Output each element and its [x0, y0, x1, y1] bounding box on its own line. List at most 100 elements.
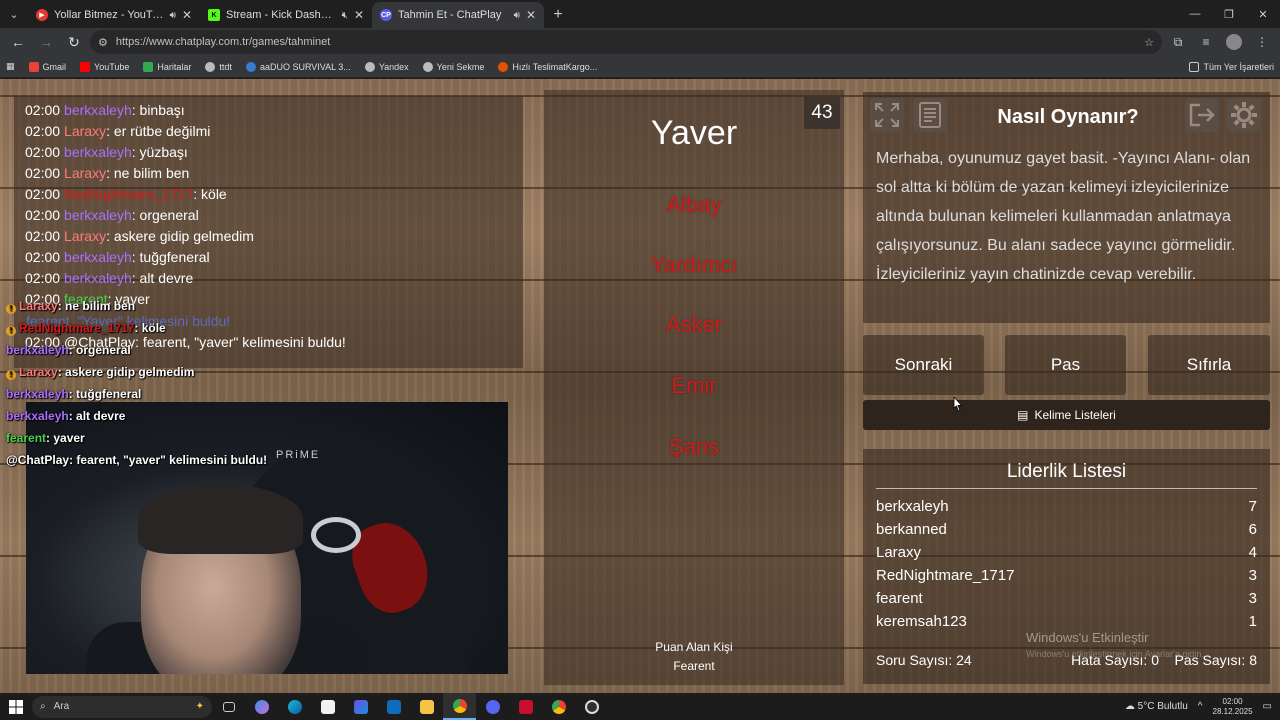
edge-icon[interactable] — [278, 693, 311, 720]
back-icon[interactable]: ← — [6, 30, 30, 54]
all-bookmarks[interactable]: Tüm Yer İşaretleri — [1189, 61, 1274, 72]
bookmark-star-icon[interactable]: ☆ — [1144, 36, 1154, 49]
profile-avatar[interactable] — [1222, 30, 1246, 54]
bookmark-new-tab[interactable]: Yeni Sekme — [422, 61, 485, 72]
minimize-icon[interactable]: — — [1178, 0, 1212, 28]
chat-time: 02:00 — [25, 207, 61, 223]
chrome-icon[interactable] — [542, 693, 575, 720]
tab-chatplay[interactable]: CP Tahmin Et - ChatPlay 🔊︎ ✕ — [372, 2, 544, 28]
tab-kick-dashboard[interactable]: K Stream - Kick Dashboard 🔇︎ ✕ — [200, 2, 372, 28]
media-icon[interactable]: ≡ — [1194, 30, 1218, 54]
discord-icon[interactable] — [476, 693, 509, 720]
notes-icon[interactable] — [913, 98, 947, 132]
task-view-icon[interactable] — [212, 693, 245, 720]
fullscreen-icon[interactable] — [870, 98, 904, 132]
bookmark-label: Tüm Yer İşaretleri — [1203, 61, 1274, 72]
bookmark-gmail[interactable]: Gmail — [28, 61, 66, 72]
overlay-username: fearent — [6, 431, 47, 445]
overlay-username: berkxaleyh — [6, 343, 69, 357]
bookmark-youtube[interactable]: YouTube — [80, 61, 129, 72]
bookmark-duo-survival[interactable]: aaDUO SURVIVAL 3... — [245, 61, 351, 72]
new-tab-button[interactable]: + — [544, 2, 572, 28]
overlay-text: : alt devre — [68, 409, 126, 423]
overlay-text: : köle — [134, 321, 166, 335]
close-window-icon[interactable]: ✕ — [1246, 0, 1280, 28]
sub-badge-icon: ! — [6, 304, 16, 314]
restore-icon[interactable]: ❐ — [1212, 0, 1246, 28]
url-input[interactable]: ⚙︎ https://www.chatplay.com.tr/games/tah… — [90, 30, 1162, 54]
settings-gear-icon[interactable] — [1227, 98, 1261, 132]
player-score: 6 — [1248, 521, 1257, 538]
forbidden-word: Albay — [666, 192, 722, 217]
chrome-active-icon[interactable] — [443, 693, 476, 720]
winrar-icon[interactable] — [509, 693, 542, 720]
windows-start-icon[interactable] — [0, 693, 32, 720]
store-icon[interactable] — [311, 693, 344, 720]
chatplay-icon: CP — [380, 9, 392, 21]
chat-message: 02:00 berkxaleyh: tuğgfeneral — [25, 249, 210, 265]
bookmark-kargo[interactable]: Hızlı TeslimatKargo... — [498, 61, 597, 72]
notification-icon[interactable]: ▭ — [1263, 701, 1272, 712]
file-explorer-icon[interactable] — [410, 693, 443, 720]
taskbar-search-input[interactable]: ⌕ Ara ✦ — [32, 695, 212, 718]
chat-text: : binbaşı — [131, 102, 185, 118]
game-page: 02:00 berkxaleyh: binbaşı 02:00 Laraxy: er … — [0, 79, 1280, 693]
how-to-play-panel: Nasıl Oynanır? Merhaba, oyunumuz gayet b… — [863, 92, 1270, 323]
word-panel: 43 Yaver Albay Yardımcı Asker Emir Şans … — [544, 90, 844, 685]
bookmark-label: ttdt — [219, 61, 232, 72]
avatar — [1226, 34, 1242, 50]
person-hair — [138, 484, 303, 554]
leaderboard-row: berkxaleyh 7 — [876, 498, 1257, 515]
chat-text: : alt devre — [131, 270, 194, 286]
copilot-icon[interactable] — [245, 693, 278, 720]
chat-text: : yüzbaşı — [131, 144, 188, 160]
bookmark-yandex[interactable]: Yandex — [364, 61, 409, 72]
reset-button[interactable]: Sıfırla — [1148, 335, 1270, 395]
next-button[interactable]: Sonraki — [863, 335, 984, 395]
chat-message: 02:00 berkxaleyh: yüzbaşı — [25, 144, 188, 160]
forbidden-word: Emir — [671, 373, 717, 398]
speaker-icon[interactable]: 🔊︎ — [514, 10, 520, 21]
extensions-icon[interactable]: ⧉ — [1166, 30, 1190, 54]
weather-widget[interactable]: ☁ 5°C Bulutlu — [1125, 701, 1188, 712]
chat-text: : ne bilim ben — [106, 165, 190, 181]
player-score: 3 — [1248, 567, 1257, 584]
pass-button[interactable]: Pas — [1005, 335, 1126, 395]
overlay-text: : fearent, "yaver" kelimesini buldu! — [69, 453, 268, 467]
close-icon[interactable]: ✕ — [354, 8, 364, 22]
leaderboard-row: berkanned 6 — [876, 521, 1257, 538]
bookmark-label: Yeni Sekme — [436, 61, 485, 72]
leaderboard-row: Laraxy 4 — [876, 544, 1257, 561]
chat-time: 02:00 — [25, 102, 61, 118]
bookmarks-bar: ▦ Gmail YouTube Haritalar ttdt aaDUO SUR… — [0, 56, 1280, 78]
chat-username: Laraxy — [64, 228, 107, 244]
forward-icon[interactable]: → — [34, 30, 58, 54]
close-icon[interactable]: ✕ — [526, 8, 536, 22]
apps-icon[interactable]: ▦ — [6, 61, 15, 72]
exit-icon[interactable] — [1185, 98, 1219, 132]
clock[interactable]: 02:00 28.12.2025 — [1213, 697, 1253, 717]
menu-icon[interactable]: ⋮ — [1250, 30, 1274, 54]
overlay-chat-message: @ChatPlay: fearent, "yaver" kelimesini b… — [6, 453, 267, 467]
speaker-icon[interactable]: 🔊︎ — [170, 10, 176, 21]
obs-icon[interactable] — [575, 693, 608, 720]
mail-icon[interactable] — [377, 693, 410, 720]
bookmark-maps[interactable]: Haritalar — [143, 61, 191, 72]
office-icon[interactable] — [344, 693, 377, 720]
chat-time: 02:00 — [25, 186, 61, 202]
site-info-icon[interactable]: ⚙︎ — [98, 36, 108, 49]
bookmark-ttdt[interactable]: ttdt — [205, 61, 232, 72]
forbidden-word: Asker — [665, 312, 723, 337]
tab-search-icon[interactable]: ⌄ — [0, 0, 28, 28]
tray-chevron-icon[interactable]: ^ — [1198, 701, 1203, 712]
word-lists-button[interactable]: ▤ Kelime Listeleri — [863, 400, 1270, 430]
close-icon[interactable]: ✕ — [182, 8, 192, 22]
chat-text: : köle — [193, 186, 227, 202]
tab-youtube-music[interactable]: ▶ Yollar Bitmez - YouTube Music 🔊︎ ✕ — [28, 2, 200, 28]
muted-speaker-icon[interactable]: 🔇︎ — [342, 10, 348, 21]
url-text: https://www.chatplay.com.tr/games/tahmin… — [115, 36, 331, 48]
reload-icon[interactable]: ↻ — [62, 30, 86, 54]
overlay-chat-message: berkxaleyh: alt devre — [6, 409, 125, 423]
player-name: RedNightmare_1717 — [876, 567, 1015, 584]
player-score: 4 — [1248, 544, 1257, 561]
